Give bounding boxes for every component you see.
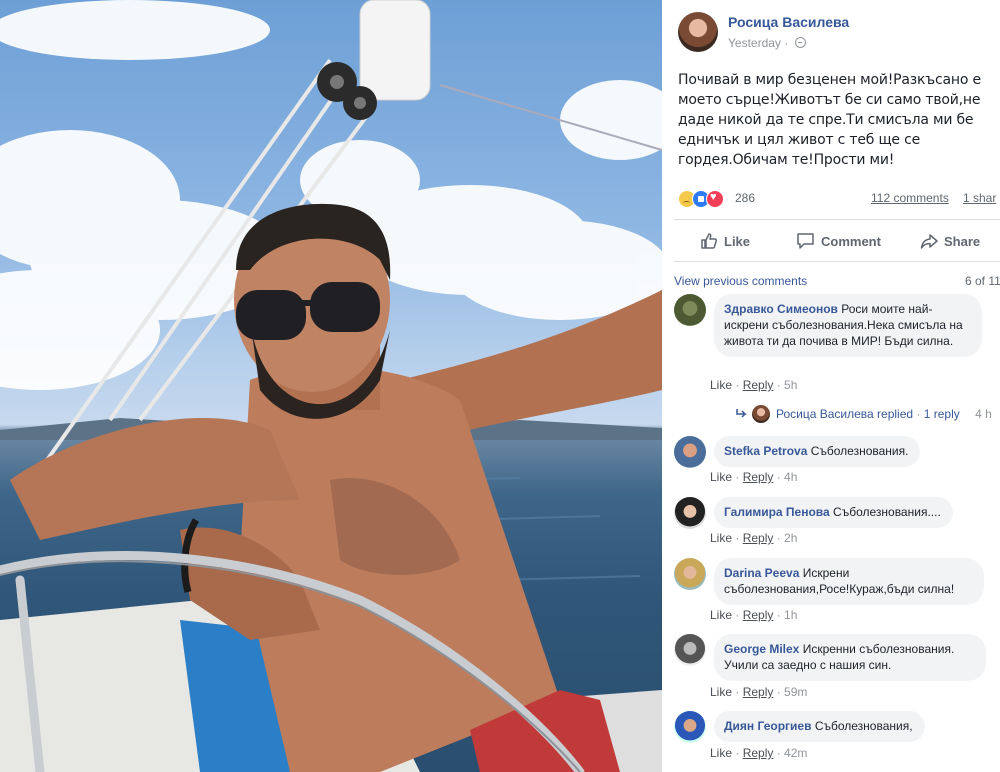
comment-bubble: George Milex Искренни съболезнования. Уч… xyxy=(714,634,986,681)
divider xyxy=(674,261,1000,262)
commenter-name[interactable]: Галимира Пенова xyxy=(724,505,830,519)
comment-like-link[interactable]: Like xyxy=(710,531,732,545)
commenter-avatar[interactable] xyxy=(674,634,706,666)
commenter-avatar[interactable] xyxy=(674,497,706,529)
comment-button-label: Comment xyxy=(821,233,881,249)
comment-like-link[interactable]: Like xyxy=(710,685,732,699)
comment-text: Съболезнования, xyxy=(814,719,913,733)
comment-like-link[interactable]: Like xyxy=(710,378,732,392)
comment-bubble: Галимира Пенова Съболезнования.... xyxy=(714,497,953,528)
comment-bubble: Darina Peeva Искрени съболезнования,Росе… xyxy=(714,558,984,605)
share-button[interactable]: Share xyxy=(920,232,980,250)
post-timestamp[interactable]: Yesterday · xyxy=(728,36,806,50)
replier-name[interactable]: Росица Василева replied xyxy=(776,407,913,421)
comment-button[interactable]: Comment xyxy=(796,232,881,250)
author-name[interactable]: Росица Василева xyxy=(728,14,849,30)
comment-time[interactable]: 59m xyxy=(784,685,807,699)
share-button-label: Share xyxy=(944,233,981,249)
comment-reply-link[interactable]: Reply xyxy=(743,531,774,545)
comment-reply-link[interactable]: Reply xyxy=(743,746,774,760)
commenter-name[interactable]: Darina Peeva xyxy=(724,566,799,580)
comment-text: Съболезнования.... xyxy=(833,505,941,519)
reply-summary-separator: · xyxy=(916,407,924,421)
comment-time[interactable]: 1h xyxy=(784,608,797,622)
author-avatar[interactable] xyxy=(678,12,718,52)
post-time-label[interactable]: Yesterday xyxy=(728,36,781,50)
reply-count-link[interactable]: 1 reply xyxy=(924,407,960,421)
comment-reply-link[interactable]: Reply xyxy=(743,470,774,484)
post-actions: Like Comment Share xyxy=(674,222,1000,260)
replier-avatar xyxy=(752,405,770,423)
comment-bubble: Диян Георгиев Съболезнования, xyxy=(714,711,925,742)
comment-like-link[interactable]: Like xyxy=(710,470,732,484)
comment-like-link[interactable]: Like xyxy=(710,608,732,622)
comment-like-link[interactable]: Like xyxy=(710,746,732,760)
comment-time[interactable]: 4h xyxy=(784,470,797,484)
reply-summary-time: 4 h xyxy=(975,407,992,421)
comment-meta: Like · Reply · 42m xyxy=(710,746,808,760)
post-header: Росица Василева Yesterday · xyxy=(678,12,1000,54)
reactions-bar: 286 112 comments 1 shar xyxy=(678,190,1000,210)
commenter-avatar[interactable] xyxy=(674,558,706,590)
comment-text: Съболезнования. xyxy=(810,444,909,458)
reaction-count[interactable]: 286 xyxy=(735,191,755,205)
commenter-name[interactable]: George Milex xyxy=(724,642,799,656)
comment-reply-link[interactable]: Reply xyxy=(743,378,774,392)
like-button-label: Like xyxy=(724,233,751,249)
like-button[interactable]: Like xyxy=(700,232,750,250)
reply-arrow-icon xyxy=(736,409,747,418)
post-time-separator: · xyxy=(784,36,792,50)
comments-page-count: 6 of 11 xyxy=(965,274,1000,288)
comment-time[interactable]: 5h xyxy=(784,378,797,392)
comment-meta: Like · Reply · 1h xyxy=(710,608,798,622)
comment-reply-link[interactable]: Reply xyxy=(743,685,774,699)
share-arrow-icon xyxy=(920,234,938,249)
post-side-panel: Росица Василева Yesterday · Почивай в ми… xyxy=(662,0,1000,772)
comment-meta: Like · Reply · 4h xyxy=(710,470,798,484)
post-text: Почивай в мир безценен мой!Разкъсано е м… xyxy=(678,72,986,168)
commenter-avatar[interactable] xyxy=(674,294,706,326)
view-previous-comments-link[interactable]: View previous comments xyxy=(674,274,807,288)
comment-time[interactable]: 2h xyxy=(784,531,797,545)
comments-count-link[interactable]: 112 comments xyxy=(871,191,949,205)
comment-meta: Like · Reply · 2h xyxy=(710,531,798,545)
love-reaction-icon[interactable] xyxy=(706,190,724,208)
commenter-name[interactable]: Диян Георгиев xyxy=(724,719,811,733)
comment-reply-link[interactable]: Reply xyxy=(743,608,774,622)
comment-bubble: Stefka Petrova Съболезнования. xyxy=(714,436,921,467)
commenter-name[interactable]: Stefka Petrova xyxy=(724,444,807,458)
comment-bubble: Здравко Симеонов Роси моите най-искрени … xyxy=(714,294,982,357)
comment-time[interactable]: 42m xyxy=(784,746,807,760)
comment-meta: Like · Reply · 5h xyxy=(710,378,798,392)
commenter-avatar[interactable] xyxy=(674,436,706,468)
commenter-avatar[interactable] xyxy=(674,711,706,743)
divider xyxy=(674,219,1000,220)
shares-count-link[interactable]: 1 shar xyxy=(963,191,996,205)
speech-bubble-icon xyxy=(797,233,814,249)
comment-meta: Like · Reply · 59m xyxy=(710,685,808,699)
replies-summary[interactable]: Росица Василева replied · 1 reply 4 h xyxy=(736,404,1000,424)
photo-illustration xyxy=(0,0,662,772)
commenter-name[interactable]: Здравко Симеонов xyxy=(724,302,838,316)
thumbs-up-icon xyxy=(701,233,718,249)
post-photo[interactable] xyxy=(0,0,662,772)
globe-icon xyxy=(794,37,806,48)
